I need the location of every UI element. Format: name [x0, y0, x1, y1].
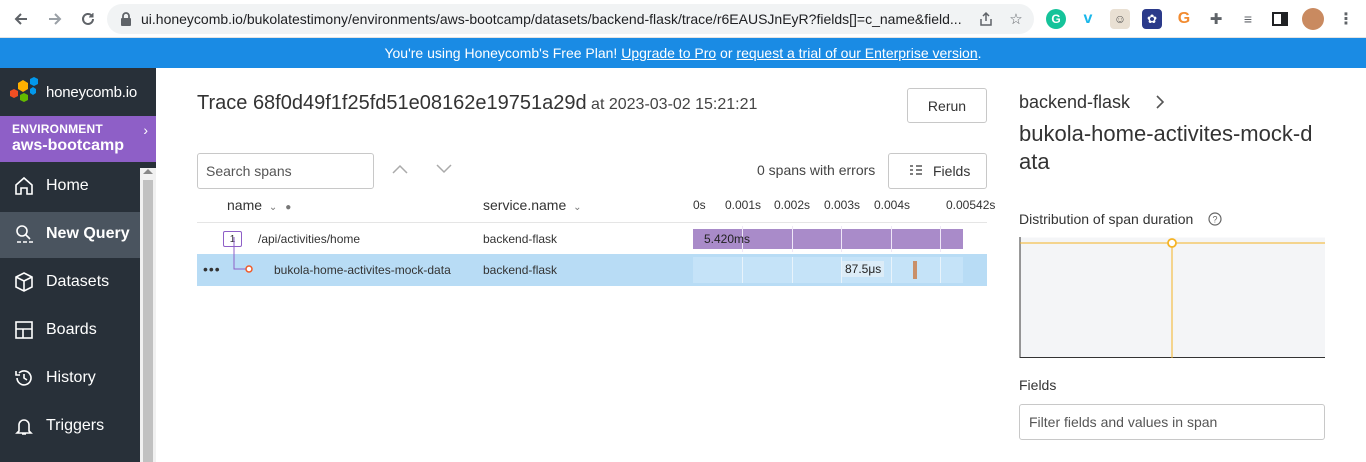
- span-duration-distribution-chart[interactable]: [1019, 237, 1325, 358]
- details-span-name: bukola-home-activites-mock-data: [1019, 121, 1313, 174]
- span-timeline: 5.420ms: [689, 223, 969, 255]
- span-service: backend-flask: [483, 263, 558, 277]
- sort-chevron-icon: ⌄: [573, 202, 582, 213]
- chevron-down-icon[interactable]: [436, 164, 452, 174]
- media-icon[interactable]: ≡: [1238, 9, 1258, 29]
- browser-toolbar: ui.honeycomb.io/bukolatestimony/environm…: [0, 0, 1366, 38]
- sidebar-item-boards[interactable]: Boards: [0, 308, 140, 354]
- chevron-right-icon: ›: [143, 122, 148, 138]
- span-row-selected[interactable]: ••• bukola-home-activites-mock-data back…: [197, 237, 987, 286]
- help-icon[interactable]: ?: [1208, 212, 1222, 226]
- fields-heading: Fields: [1019, 377, 1057, 393]
- vimeo-extension-icon[interactable]: v: [1078, 9, 1098, 29]
- chevron-right-icon[interactable]: [1154, 93, 1166, 111]
- timeline-tick: 0.003s: [824, 198, 861, 212]
- honeycomb-logo-icon: [10, 77, 38, 102]
- colorful-extension-icon[interactable]: ✿: [1142, 9, 1162, 29]
- honeycomb-logo[interactable]: honeycomb.io: [8, 76, 137, 108]
- service-column-header[interactable]: service.name ⌄: [483, 197, 582, 213]
- environment-name: aws-bootcamp: [12, 137, 125, 154]
- profile-avatar[interactable]: [1302, 8, 1324, 30]
- timeline-tick: 0s: [693, 198, 706, 212]
- tree-connector-icon: [233, 237, 253, 273]
- timeline-tick: 0.00542s: [946, 198, 996, 212]
- face-extension-icon[interactable]: ☺: [1110, 9, 1130, 29]
- boards-icon: [15, 321, 33, 339]
- fields-button[interactable]: Fields: [888, 153, 987, 189]
- reload-icon[interactable]: [77, 8, 99, 30]
- sidebar-item-triggers[interactable]: Triggers: [0, 404, 140, 450]
- sidebar-item-datasets[interactable]: Datasets: [0, 260, 140, 306]
- span-duration-label: 87.5μs: [842, 261, 885, 277]
- forward-arrow-icon[interactable]: [44, 8, 66, 30]
- more-options-icon[interactable]: •••: [203, 261, 221, 277]
- brand-name: honeycomb.io: [46, 83, 137, 101]
- drop-icon: ●: [285, 202, 292, 213]
- upgrade-link[interactable]: Upgrade to Pro: [621, 45, 716, 61]
- distribution-heading: Distribution of span duration: [1019, 211, 1194, 227]
- sidebar-item-new-query[interactable]: New Query: [0, 212, 140, 258]
- bell-icon: [15, 419, 33, 435]
- sidepanel-icon[interactable]: [1270, 9, 1290, 29]
- name-column-header[interactable]: name ⌄ ●: [227, 197, 291, 213]
- address-bar[interactable]: ui.honeycomb.io/bukolatestimony/environm…: [107, 4, 1034, 34]
- home-icon: [15, 176, 33, 195]
- timeline-tick: 0.001s: [725, 198, 762, 212]
- free-plan-banner: You're using Honeycomb's Free Plan! Upgr…: [0, 38, 1366, 68]
- orange-extension-icon[interactable]: G: [1174, 9, 1194, 29]
- sort-chevron-icon: ⌄: [268, 202, 278, 213]
- fields-list-icon: [910, 165, 922, 175]
- sidebar: honeycomb.io ENVIRONMENT aws-bootcamp › …: [0, 68, 156, 462]
- trace-timestamp: at 2023-03-02 15:21:21: [586, 96, 758, 113]
- history-icon: [15, 370, 32, 386]
- span-errors-count: 0 spans with errors: [757, 162, 876, 178]
- timeline-tick: 0.002s: [774, 198, 811, 212]
- filter-fields-input[interactable]: Filter fields and values in span: [1019, 404, 1325, 440]
- trial-link[interactable]: request a trial of our Enterprise versio…: [736, 45, 977, 61]
- sidebar-item-history[interactable]: History: [0, 356, 140, 402]
- trace-title: Trace 68f0d49f1f25fd51e08162e19751a29d a…: [197, 92, 758, 114]
- span-name: bukola-home-activites-mock-data: [274, 263, 451, 277]
- span-timeline: 87.5μs: [689, 254, 969, 286]
- search-spans-input[interactable]: Search spans: [197, 153, 374, 189]
- timeline-tick: 0.004s: [874, 198, 911, 212]
- environment-label: ENVIRONMENT: [12, 122, 103, 136]
- span-name: /api/activities/home: [258, 232, 361, 246]
- grammarly-extension-icon[interactable]: G: [1046, 9, 1066, 29]
- span-duration-bar[interactable]: [913, 261, 917, 279]
- sidebar-item-home[interactable]: Home: [0, 164, 140, 210]
- lock-icon: [121, 12, 131, 26]
- details-service-name[interactable]: backend-flask: [1019, 92, 1130, 113]
- back-arrow-icon[interactable]: [10, 8, 32, 30]
- rerun-button[interactable]: Rerun: [907, 88, 987, 123]
- span-row[interactable]: 1 /api/activities/home backend-flask 5.4…: [197, 222, 987, 254]
- environment-switcher[interactable]: ENVIRONMENT aws-bootcamp ›: [0, 116, 156, 162]
- menu-dots-icon[interactable]: ⋮: [1336, 9, 1356, 29]
- chevron-up-icon[interactable]: [392, 164, 408, 174]
- url-text[interactable]: ui.honeycomb.io/bukolatestimony/environm…: [141, 11, 971, 27]
- selected-span-point[interactable]: [1167, 238, 1177, 248]
- share-icon[interactable]: [977, 10, 995, 28]
- cube-icon: [15, 272, 33, 292]
- span-duration-label: 5.420ms: [704, 232, 751, 246]
- query-icon: [16, 225, 33, 243]
- star-icon[interactable]: ☆: [1007, 10, 1025, 28]
- trace-id: 68f0d49f1f25fd51e08162e19751a29d: [252, 92, 587, 114]
- sidebar-scrollbar-thumb[interactable]: [143, 180, 153, 462]
- svg-text:?: ?: [1212, 215, 1217, 225]
- scroll-up-arrow-icon[interactable]: [143, 169, 153, 174]
- span-service: backend-flask: [483, 232, 558, 246]
- puzzle-extensions-icon[interactable]: ✚: [1206, 9, 1226, 29]
